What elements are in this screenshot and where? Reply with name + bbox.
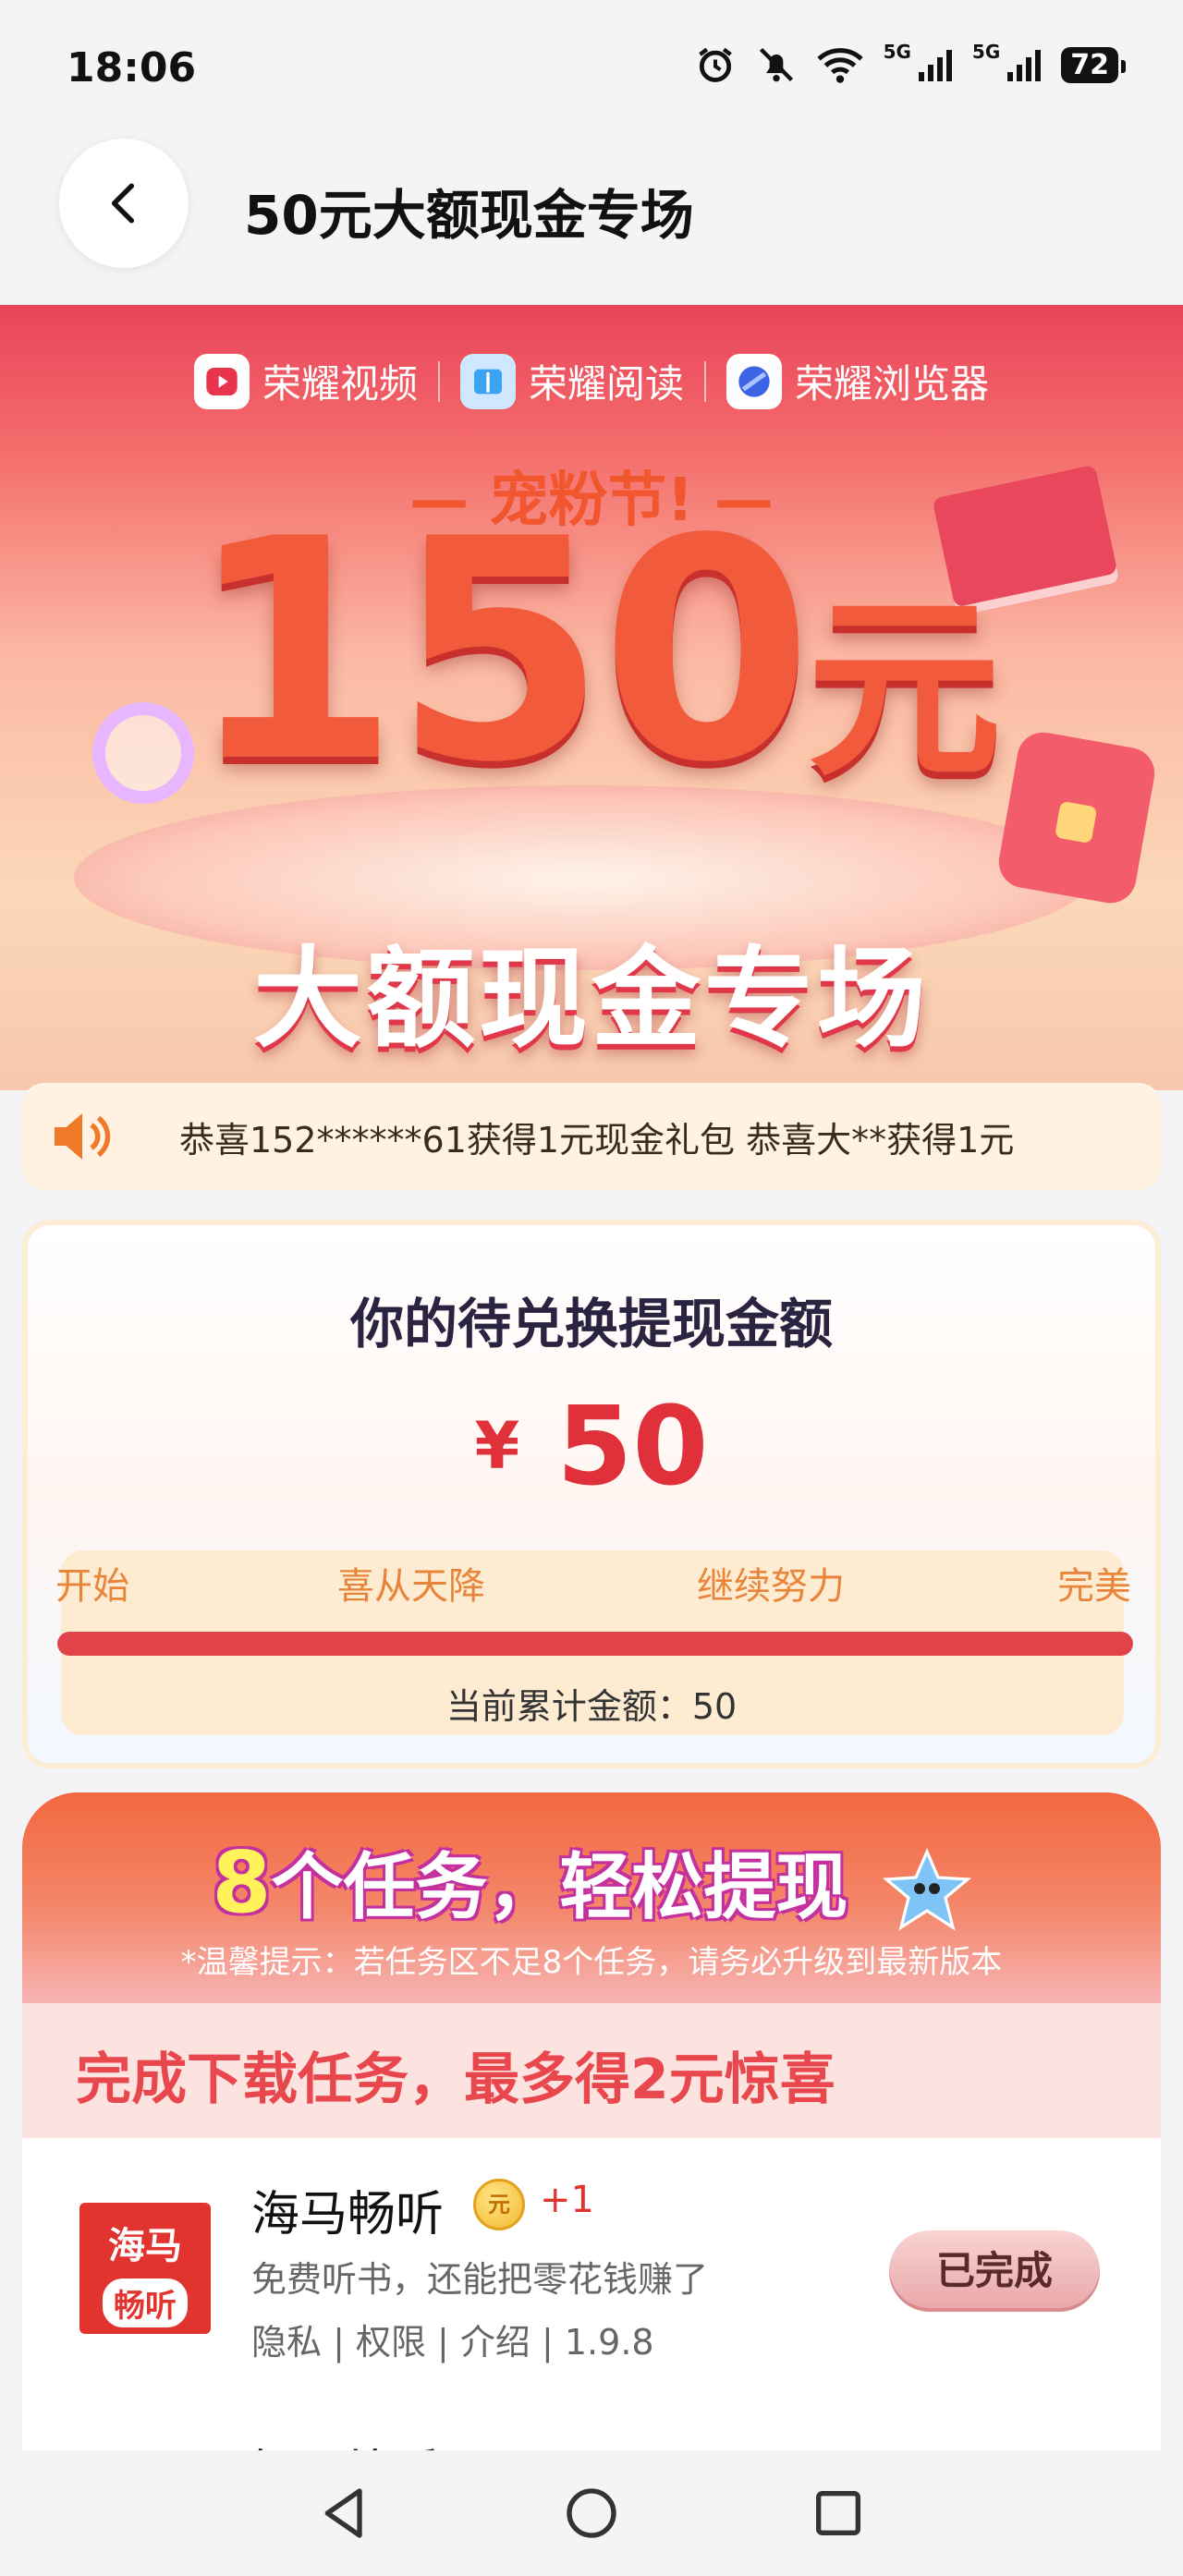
speaker-icon <box>55 1113 111 1160</box>
app-icon: 海马 畅听 <box>79 2203 211 2334</box>
brand-row: 荣耀视频 荣耀阅读 荣耀浏览器 <box>0 353 1183 409</box>
download-task-text: 完成下载任务，最多得2元惊喜 <box>76 2047 835 2112</box>
brand-browser-label: 荣耀浏览器 <box>795 361 990 407</box>
task-header: 8个任务，轻松提现 *温馨提示：若任务区不足8个任务，请务必升级到最新版本 <box>22 1792 1161 2005</box>
battery-icon: 72 <box>1061 46 1126 83</box>
task-tip: *温馨提示：若任务区不足8个任务，请务必升级到最新版本 <box>180 1944 1003 1981</box>
status-icons: 5G 5G 72 <box>695 41 1126 85</box>
accumulated-amount: 当前累计金额：50 <box>445 1686 738 1727</box>
stage-label-3: 继续努力 <box>697 1565 845 1608</box>
winner-marquee: 恭喜152******61获得1元现金礼包 恭喜大**获得1元 <box>22 1083 1161 1190</box>
amount-value: ¥50 <box>28 1382 1155 1510</box>
recents-square-icon[interactable] <box>809 2484 868 2543</box>
completed-button[interactable]: 已完成 <box>889 2230 1100 2312</box>
amount-number: 50 <box>556 1382 709 1510</box>
page-title: 50元大额现金专场 <box>244 184 694 247</box>
brand-read: 荣耀阅读 <box>459 353 684 409</box>
brand-video: 荣耀视频 <box>193 353 418 409</box>
stage-label-start: 开始 <box>55 1565 129 1608</box>
system-nav-bar <box>0 2450 1183 2576</box>
back-button[interactable] <box>59 139 189 268</box>
task-title: 8个任务，轻松提现 <box>22 1829 1161 1937</box>
withdraw-amount-card: 你的待兑换提现金额 ¥50 开始 喜从天降 继续努力 完美 当前累计金额：50 <box>22 1220 1161 1768</box>
brand-divider <box>704 360 706 402</box>
chevron-left-icon <box>111 183 135 224</box>
back-triangle-icon[interactable] <box>315 2484 374 2543</box>
reward-label: +1 <box>540 2179 594 2221</box>
banner-subtitle: 大额现金专场 <box>252 935 930 1063</box>
banner-amount: 150元 <box>187 474 1002 829</box>
download-task-banner: 完成下载任务，最多得2元惊喜 <box>22 2003 1161 2138</box>
wifi-icon <box>816 48 863 83</box>
home-circle-icon[interactable] <box>562 2484 621 2543</box>
app-name: 海马畅听 <box>251 2187 445 2242</box>
red-envelope-bag-icon <box>994 728 1159 907</box>
promo-banner: 荣耀视频 荣耀阅读 荣耀浏览器 — 宠粉节! — 150元 大额现金专场 <box>0 305 1183 1090</box>
brand-video-label: 荣耀视频 <box>262 361 418 407</box>
status-bar: 18:06 5G 5G 72 <box>0 0 1183 111</box>
signal-icon <box>1007 48 1042 81</box>
app-meta-links[interactable]: 隐私 | 权限 | 介绍 | 1.9.8 <box>251 2314 654 2364</box>
amount-title: 你的待兑换提现金额 <box>349 1293 833 1355</box>
video-logo-icon <box>193 353 250 409</box>
stage-label-end: 完美 <box>1057 1565 1131 1608</box>
star-mascot-icon <box>882 1847 971 1931</box>
progress-fill <box>57 1632 1133 1656</box>
browser-logo-icon <box>726 353 782 409</box>
alarm-icon <box>698 47 732 82</box>
brand-read-label: 荣耀阅读 <box>528 361 684 407</box>
signal-icon <box>918 48 952 81</box>
brand-divider <box>437 360 440 402</box>
coin-icon: 元 <box>473 2179 525 2230</box>
status-time: 18:06 <box>67 44 197 91</box>
book-logo-icon <box>459 353 516 409</box>
marquee-text: 恭喜152******61获得1元现金礼包 恭喜大**获得1元 <box>179 1119 1015 1160</box>
progress-bar <box>57 1632 1133 1656</box>
list-item[interactable]: 海马 畅听 海马畅听 元 +1 免费听书，还能把零花钱赚了 隐私 | 权限 | … <box>22 2138 1161 2363</box>
stage-label-2: 喜从天降 <box>337 1565 485 1608</box>
mute-icon <box>759 47 793 82</box>
network-type-1: 5G <box>883 41 911 63</box>
app-header: 50元大额现金专场 <box>0 111 1183 305</box>
currency-symbol: ¥ <box>474 1408 520 1484</box>
network-type-2: 5G <box>971 41 1001 63</box>
brand-browser: 荣耀浏览器 <box>726 353 989 409</box>
app-description: 免费听书，还能把零花钱赚了 <box>251 2259 709 2300</box>
